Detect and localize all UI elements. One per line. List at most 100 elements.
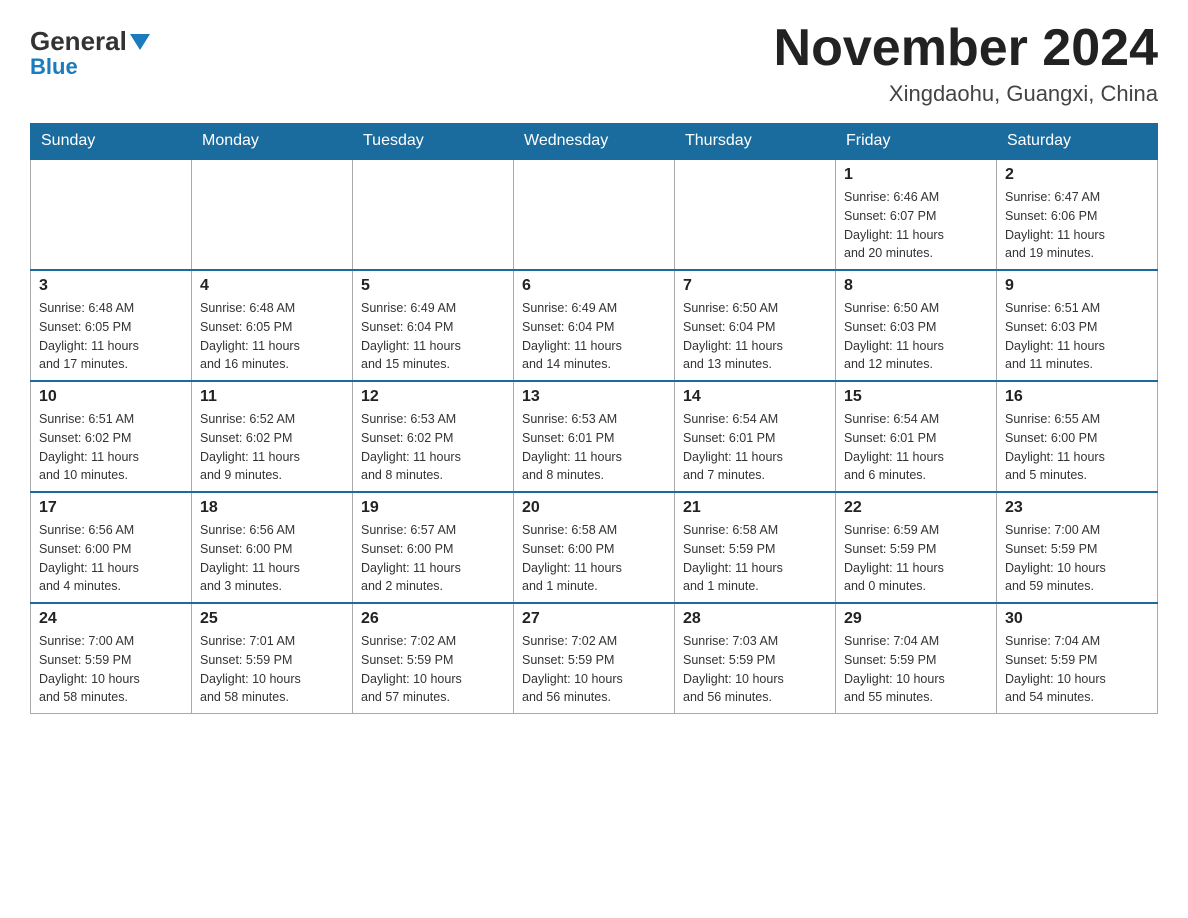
calendar-cell: 15 Sunrise: 6:54 AM Sunset: 6:01 PM Dayli… xyxy=(836,381,997,492)
calendar-cell: 24 Sunrise: 7:00 AM Sunset: 5:59 PM Dayli… xyxy=(31,603,192,714)
calendar-header-row: SundayMondayTuesdayWednesdayThursdayFrid… xyxy=(31,124,1158,160)
day-info: Sunrise: 6:47 AM Sunset: 6:06 PM Dayligh… xyxy=(1005,188,1149,263)
day-number: 10 xyxy=(39,388,183,406)
logo-blue: Blue xyxy=(30,54,78,80)
calendar-cell: 25 Sunrise: 7:01 AM Sunset: 5:59 PM Dayli… xyxy=(192,603,353,714)
day-info: Sunrise: 6:54 AM Sunset: 6:01 PM Dayligh… xyxy=(844,410,988,485)
calendar-header-monday: Monday xyxy=(192,124,353,160)
day-number: 26 xyxy=(361,610,505,628)
calendar-cell: 12 Sunrise: 6:53 AM Sunset: 6:02 PM Dayli… xyxy=(353,381,514,492)
day-number: 21 xyxy=(683,499,827,517)
calendar-cell: 11Sunrise: 6:52 AM Sunset: 6:02 PM Dayli… xyxy=(192,381,353,492)
day-info: Sunrise: 7:00 AM Sunset: 5:59 PM Dayligh… xyxy=(1005,521,1149,596)
day-number: 1 xyxy=(844,166,988,184)
day-number: 19 xyxy=(361,499,505,517)
day-number: 3 xyxy=(39,277,183,295)
calendar-cell: 9 Sunrise: 6:51 AM Sunset: 6:03 PM Daylig… xyxy=(997,270,1158,381)
calendar-cell: 8Sunrise: 6:50 AM Sunset: 6:03 PM Daylig… xyxy=(836,270,997,381)
calendar-header-sunday: Sunday xyxy=(31,124,192,160)
day-number: 28 xyxy=(683,610,827,628)
month-title: November 2024 xyxy=(774,20,1158,77)
calendar-cell: 10Sunrise: 6:51 AM Sunset: 6:02 PM Dayli… xyxy=(31,381,192,492)
calendar-week-row: 1 Sunrise: 6:46 AM Sunset: 6:07 PM Daylig… xyxy=(31,159,1158,270)
calendar-cell: 4 Sunrise: 6:48 AM Sunset: 6:05 PM Daylig… xyxy=(192,270,353,381)
calendar-header-thursday: Thursday xyxy=(675,124,836,160)
calendar-cell: 17 Sunrise: 6:56 AM Sunset: 6:00 PM Dayli… xyxy=(31,492,192,603)
day-number: 30 xyxy=(1005,610,1149,628)
day-info: Sunrise: 7:00 AM Sunset: 5:59 PM Dayligh… xyxy=(39,632,183,707)
calendar-cell: 20 Sunrise: 6:58 AM Sunset: 6:00 PM Dayli… xyxy=(514,492,675,603)
day-number: 22 xyxy=(844,499,988,517)
day-number: 24 xyxy=(39,610,183,628)
logo-general: General xyxy=(30,28,127,54)
calendar-header-saturday: Saturday xyxy=(997,124,1158,160)
day-info: Sunrise: 7:02 AM Sunset: 5:59 PM Dayligh… xyxy=(361,632,505,707)
day-info: Sunrise: 6:55 AM Sunset: 6:00 PM Dayligh… xyxy=(1005,410,1149,485)
calendar-cell: 19Sunrise: 6:57 AM Sunset: 6:00 PM Dayli… xyxy=(353,492,514,603)
calendar-week-row: 24 Sunrise: 7:00 AM Sunset: 5:59 PM Dayli… xyxy=(31,603,1158,714)
calendar-cell: 13 Sunrise: 6:53 AM Sunset: 6:01 PM Dayli… xyxy=(514,381,675,492)
day-info: Sunrise: 7:01 AM Sunset: 5:59 PM Dayligh… xyxy=(200,632,344,707)
calendar-week-row: 17 Sunrise: 6:56 AM Sunset: 6:00 PM Dayli… xyxy=(31,492,1158,603)
day-info: Sunrise: 6:54 AM Sunset: 6:01 PM Dayligh… xyxy=(683,410,827,485)
calendar-week-row: 10Sunrise: 6:51 AM Sunset: 6:02 PM Dayli… xyxy=(31,381,1158,492)
calendar-header-tuesday: Tuesday xyxy=(353,124,514,160)
calendar-cell: 2Sunrise: 6:47 AM Sunset: 6:06 PM Daylig… xyxy=(997,159,1158,270)
calendar-cell: 30 Sunrise: 7:04 AM Sunset: 5:59 PM Dayli… xyxy=(997,603,1158,714)
day-info: Sunrise: 6:46 AM Sunset: 6:07 PM Dayligh… xyxy=(844,188,988,263)
calendar-cell: 6Sunrise: 6:49 AM Sunset: 6:04 PM Daylig… xyxy=(514,270,675,381)
logo-triangle-icon xyxy=(130,34,150,50)
day-number: 15 xyxy=(844,388,988,406)
location-title: Xingdaohu, Guangxi, China xyxy=(774,81,1158,107)
calendar-cell: 23 Sunrise: 7:00 AM Sunset: 5:59 PM Dayli… xyxy=(997,492,1158,603)
day-number: 13 xyxy=(522,388,666,406)
day-info: Sunrise: 6:51 AM Sunset: 6:03 PM Dayligh… xyxy=(1005,299,1149,374)
day-info: Sunrise: 7:02 AM Sunset: 5:59 PM Dayligh… xyxy=(522,632,666,707)
calendar-header-wednesday: Wednesday xyxy=(514,124,675,160)
calendar-cell: 16 Sunrise: 6:55 AM Sunset: 6:00 PM Dayli… xyxy=(997,381,1158,492)
day-number: 23 xyxy=(1005,499,1149,517)
calendar-cell xyxy=(514,159,675,270)
day-number: 17 xyxy=(39,499,183,517)
day-info: Sunrise: 6:58 AM Sunset: 6:00 PM Dayligh… xyxy=(522,521,666,596)
day-number: 8 xyxy=(844,277,988,295)
day-info: Sunrise: 6:48 AM Sunset: 6:05 PM Dayligh… xyxy=(39,299,183,374)
day-info: Sunrise: 6:59 AM Sunset: 5:59 PM Dayligh… xyxy=(844,521,988,596)
calendar-cell: 3 Sunrise: 6:48 AM Sunset: 6:05 PM Daylig… xyxy=(31,270,192,381)
day-info: Sunrise: 7:04 AM Sunset: 5:59 PM Dayligh… xyxy=(1005,632,1149,707)
calendar-cell: 1 Sunrise: 6:46 AM Sunset: 6:07 PM Daylig… xyxy=(836,159,997,270)
day-number: 4 xyxy=(200,277,344,295)
calendar-cell xyxy=(675,159,836,270)
day-info: Sunrise: 6:56 AM Sunset: 6:00 PM Dayligh… xyxy=(200,521,344,596)
day-info: Sunrise: 6:58 AM Sunset: 5:59 PM Dayligh… xyxy=(683,521,827,596)
day-number: 5 xyxy=(361,277,505,295)
day-number: 9 xyxy=(1005,277,1149,295)
calendar-header-friday: Friday xyxy=(836,124,997,160)
day-number: 29 xyxy=(844,610,988,628)
day-info: Sunrise: 6:49 AM Sunset: 6:04 PM Dayligh… xyxy=(361,299,505,374)
day-info: Sunrise: 6:49 AM Sunset: 6:04 PM Dayligh… xyxy=(522,299,666,374)
calendar-cell xyxy=(192,159,353,270)
page-header: General Blue November 2024 Xingdaohu, Gu… xyxy=(30,20,1158,107)
day-info: Sunrise: 6:53 AM Sunset: 6:02 PM Dayligh… xyxy=(361,410,505,485)
day-info: Sunrise: 7:04 AM Sunset: 5:59 PM Dayligh… xyxy=(844,632,988,707)
day-number: 12 xyxy=(361,388,505,406)
day-number: 27 xyxy=(522,610,666,628)
day-number: 25 xyxy=(200,610,344,628)
day-info: Sunrise: 6:56 AM Sunset: 6:00 PM Dayligh… xyxy=(39,521,183,596)
logo: General Blue xyxy=(30,20,150,80)
calendar-cell: 27 Sunrise: 7:02 AM Sunset: 5:59 PM Dayli… xyxy=(514,603,675,714)
calendar-cell xyxy=(353,159,514,270)
day-info: Sunrise: 6:53 AM Sunset: 6:01 PM Dayligh… xyxy=(522,410,666,485)
calendar-cell: 22 Sunrise: 6:59 AM Sunset: 5:59 PM Dayli… xyxy=(836,492,997,603)
day-number: 7 xyxy=(683,277,827,295)
day-info: Sunrise: 6:48 AM Sunset: 6:05 PM Dayligh… xyxy=(200,299,344,374)
calendar-cell: 18 Sunrise: 6:56 AM Sunset: 6:00 PM Dayli… xyxy=(192,492,353,603)
day-number: 11 xyxy=(200,388,344,406)
day-number: 18 xyxy=(200,499,344,517)
day-info: Sunrise: 7:03 AM Sunset: 5:59 PM Dayligh… xyxy=(683,632,827,707)
day-number: 20 xyxy=(522,499,666,517)
day-number: 14 xyxy=(683,388,827,406)
calendar-cell: 26 Sunrise: 7:02 AM Sunset: 5:59 PM Dayli… xyxy=(353,603,514,714)
day-number: 16 xyxy=(1005,388,1149,406)
